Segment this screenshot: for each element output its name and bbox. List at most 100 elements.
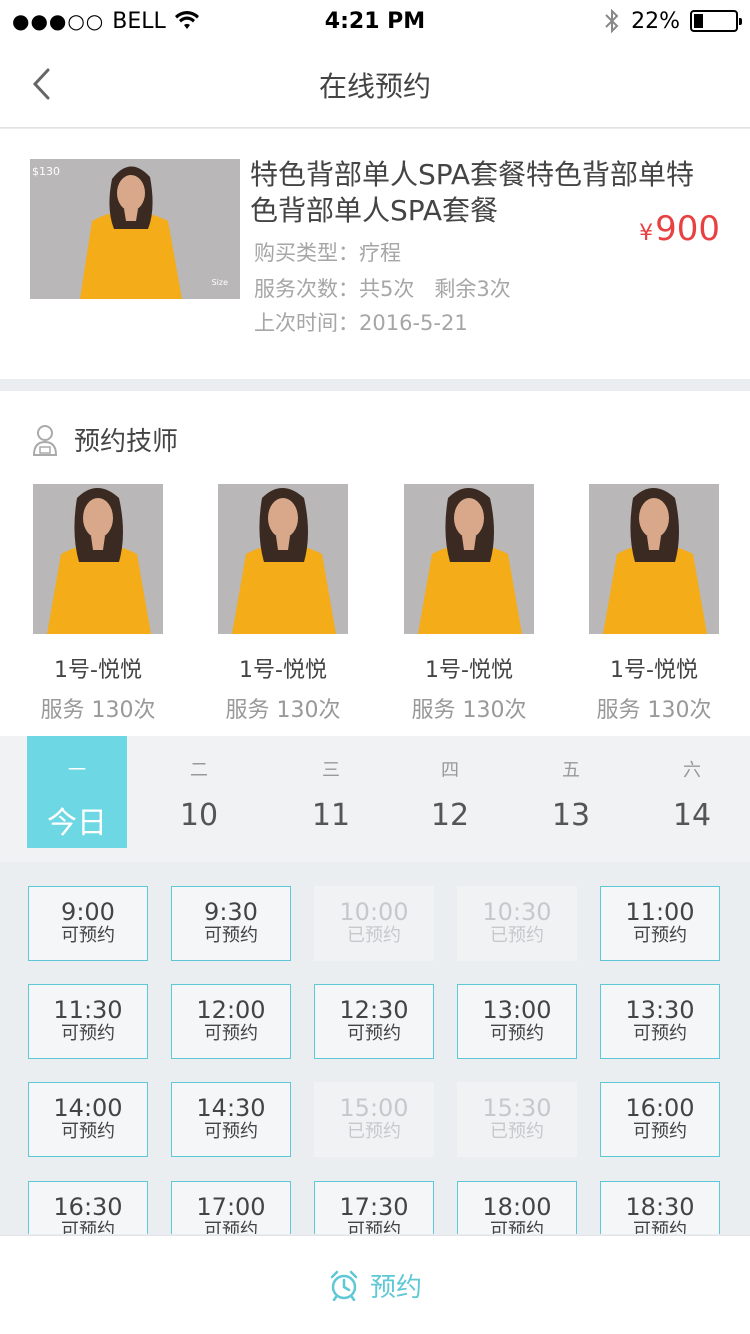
- technician-title: 预约技师: [74, 427, 179, 457]
- technician-icon: [32, 424, 58, 456]
- slot-time: 16:00: [625, 1094, 695, 1122]
- day-tab[interactable]: 一今日: [27, 736, 127, 848]
- technician-photo: [589, 484, 719, 634]
- time-slot[interactable]: 11:30 可预约: [28, 984, 148, 1059]
- time-slot[interactable]: 18:30 可预约: [600, 1181, 720, 1234]
- slot-time: 10:00: [339, 898, 409, 926]
- technician-photo: [218, 484, 348, 634]
- slot-status: 可预约: [204, 1121, 258, 1142]
- slot-time: 13:00: [482, 996, 552, 1024]
- technician-card[interactable]: 1号-悦悦 服务 130次: [18, 484, 178, 724]
- time-slot[interactable]: 16:30 可预约: [28, 1181, 148, 1234]
- battery-level: [694, 14, 703, 28]
- purchase-type-label: 购买类型：: [254, 241, 359, 265]
- technician-section: 预约技师 1号-悦悦 服务 130次 1号-悦悦 服务 130次 1号-悦悦 服务 130…: [0, 391, 750, 736]
- time-slot[interactable]: 9:00 可预约: [28, 886, 148, 961]
- price-value: 900: [655, 209, 720, 249]
- technician-service-count: 服务 130次: [225, 698, 341, 723]
- slot-status: 可预约: [490, 1220, 544, 1234]
- bluetooth-icon: [605, 8, 619, 34]
- book-button[interactable]: 预约: [0, 1235, 750, 1334]
- technician-name: 1号-悦悦: [54, 658, 142, 683]
- image-size-tag: Size: [211, 278, 228, 287]
- technician-service-count: 服务 130次: [596, 698, 712, 723]
- slot-time: 13:30: [625, 996, 695, 1024]
- day-tab[interactable]: 六 14: [642, 736, 742, 848]
- time-slot: 10:00 已预约: [314, 886, 434, 961]
- slot-status: 可预约: [490, 1023, 544, 1044]
- battery-percent: 22%: [631, 8, 680, 34]
- navigation-bar: 在线预约: [0, 42, 750, 128]
- slot-status: 可预约: [204, 1023, 258, 1044]
- time-slot: 15:30 已预约: [457, 1082, 577, 1157]
- product-image: $130 Size: [30, 159, 240, 299]
- time-slot[interactable]: 18:00 可预约: [457, 1181, 577, 1234]
- slot-status: 可预约: [61, 925, 115, 946]
- alarm-clock-icon: [330, 1270, 358, 1301]
- time-slot[interactable]: 14:00 可预约: [28, 1082, 148, 1157]
- day-date: 10: [179, 798, 219, 833]
- technician-name: 1号-悦悦: [425, 658, 513, 683]
- time-slot[interactable]: 17:00 可预约: [171, 1181, 291, 1234]
- product-price: ¥900: [639, 209, 720, 249]
- image-price-tag: $130: [32, 165, 60, 178]
- time-slot[interactable]: 9:30 可预约: [171, 886, 291, 961]
- day-date: 13: [551, 798, 591, 833]
- day-date: 14: [672, 798, 712, 833]
- date-selector: 一今日 二 10 三 11 四 12 五 13 六 14: [0, 736, 750, 862]
- technician-name: 1号-悦悦: [239, 658, 327, 683]
- slot-status: 已预约: [347, 1121, 401, 1142]
- currency-symbol: ¥: [639, 221, 654, 246]
- technician-photo: [33, 484, 163, 634]
- slot-time: 9:00: [61, 898, 115, 926]
- time-slot-grid: 9:00 可预约 9:30 可预约 10:00 已预约 10:30 已预约 11:00 可预约 11…: [0, 862, 750, 1234]
- time-slot[interactable]: 16:00 可预约: [600, 1082, 720, 1157]
- slot-time: 11:00: [625, 898, 695, 926]
- slot-time: 18:00: [482, 1193, 552, 1221]
- day-weekday: 六: [683, 760, 701, 781]
- slot-status: 可预约: [633, 925, 687, 946]
- time-slot[interactable]: 12:00 可预约: [171, 984, 291, 1059]
- last-time-value: 2016-5-21: [359, 311, 468, 335]
- slot-status: 已预约: [347, 925, 401, 946]
- day-tab[interactable]: 三 11: [281, 736, 381, 848]
- slot-time: 9:30: [204, 898, 258, 926]
- technician-card[interactable]: 1号-悦悦服务 130次: [389, 484, 549, 724]
- day-tab[interactable]: 五 13: [521, 736, 621, 848]
- day-weekday: 二: [190, 760, 208, 781]
- book-button-label: 预约: [369, 1272, 422, 1303]
- slot-status: 可预约: [61, 1121, 115, 1142]
- technician-photo: [404, 484, 534, 634]
- purchase-type-value: 疗程: [359, 241, 401, 265]
- day-date: 11: [311, 798, 351, 833]
- slot-time: 11:30: [53, 996, 123, 1024]
- time-slot[interactable]: 12:30 可预约: [314, 984, 434, 1059]
- chevron-left-icon[interactable]: [28, 66, 56, 102]
- time-slot[interactable]: 11:00 可预约: [600, 886, 720, 961]
- slot-status: 可预约: [633, 1023, 687, 1044]
- slot-time: 18:30: [625, 1193, 695, 1221]
- day-tab[interactable]: 四 12: [400, 736, 500, 848]
- time-slot: 15:00 已预约: [314, 1082, 434, 1157]
- time-slot[interactable]: 14:30 可预约: [171, 1082, 291, 1157]
- time-slot[interactable]: 13:00 可预约: [457, 984, 577, 1059]
- day-date: 12: [430, 798, 470, 833]
- page-title: 在线预约: [318, 69, 431, 103]
- day-weekday: 五: [562, 760, 580, 781]
- technician-card[interactable]: 1号-悦悦 服务 130次: [574, 484, 734, 724]
- slot-time: 10:30: [482, 898, 552, 926]
- day-tab[interactable]: 二 10: [149, 736, 249, 848]
- status-bar: ●●●○○ BELL 4:21 PM 22%: [0, 0, 750, 42]
- service-count-row: 服务次数：共5次 剩余3次: [254, 273, 511, 303]
- slot-status: 可预约: [347, 1220, 401, 1234]
- product-card[interactable]: $130 Size 特色背部单人SPA套餐特色背部单特色背部单人SPA套餐 购买…: [0, 129, 750, 379]
- slot-status: 可预约: [633, 1121, 687, 1142]
- slot-time: 14:00: [53, 1094, 123, 1122]
- technician-card[interactable]: 1号-悦悦服务 130次: [203, 484, 363, 724]
- slot-time: 12:30: [339, 996, 409, 1024]
- time-slot[interactable]: 13:30 可预约: [600, 984, 720, 1059]
- time-slot[interactable]: 17:30 可预约: [314, 1181, 434, 1234]
- day-weekday: 三: [322, 760, 340, 781]
- technician-service-count: 服务 130次: [411, 698, 527, 723]
- slot-status: 已预约: [490, 925, 544, 946]
